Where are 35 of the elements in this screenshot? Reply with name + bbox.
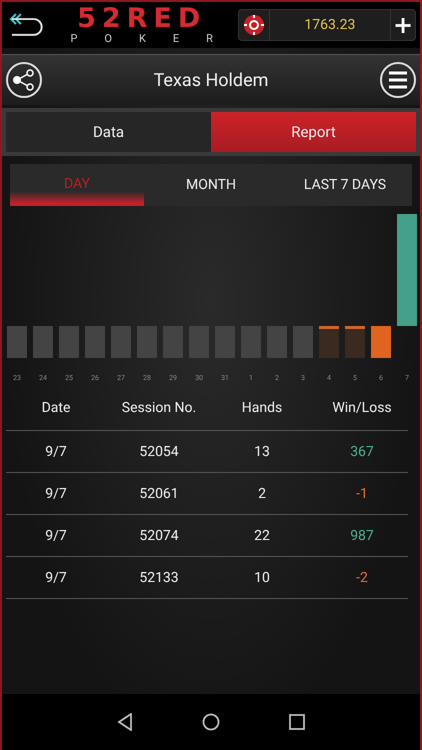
column-header: Hands: [240, 400, 284, 416]
table-cell-text: 987: [349, 528, 375, 544]
table-cell-text: 367: [349, 444, 375, 460]
table-cell-text: 10: [253, 570, 271, 586]
add-funds-button[interactable]: +: [391, 10, 415, 40]
table-cell-text: 9/7: [44, 486, 68, 502]
column-header: Date: [40, 400, 72, 416]
logo-subtitle: POKER: [70, 33, 240, 45]
column-header: Session No.: [120, 400, 198, 416]
menu-icon[interactable]: [378, 61, 417, 99]
poker-chip-icon: [242, 14, 265, 36]
view-tab[interactable]: Data: [6, 112, 211, 152]
table-cell-text: 52133: [138, 570, 180, 586]
table-cell-text: 9/7: [44, 444, 68, 460]
table-cell-text: 2: [257, 486, 267, 502]
table-cell-text: 52074: [138, 528, 180, 544]
period-tab[interactable]: LAST 7 DAYS: [278, 164, 412, 206]
share-icon[interactable]: [5, 61, 43, 99]
home-icon[interactable]: [202, 713, 220, 731]
table-cell-text: 9/7: [44, 528, 68, 544]
table-cell-text: -2: [355, 570, 369, 586]
recents-icon[interactable]: [289, 714, 306, 730]
table-cell-text: 22: [253, 528, 271, 544]
table-cell-text: 52061: [138, 486, 180, 502]
balance-amount: 1763.23: [268, 10, 391, 40]
period-tab[interactable]: MONTH: [144, 164, 278, 206]
back-icon[interactable]: [116, 713, 133, 731]
view-tab[interactable]: Report: [211, 112, 416, 152]
column-header: Win/Loss: [331, 400, 393, 416]
table-cell-text: -1: [355, 486, 369, 502]
table-cell-text: 9/7: [44, 570, 68, 586]
table-cell-text: 52054: [138, 444, 180, 460]
screen-title: Texas Holdem: [154, 70, 268, 90]
logo-text: 52RED: [77, 5, 206, 33]
table-cell-text: 13: [253, 444, 271, 460]
